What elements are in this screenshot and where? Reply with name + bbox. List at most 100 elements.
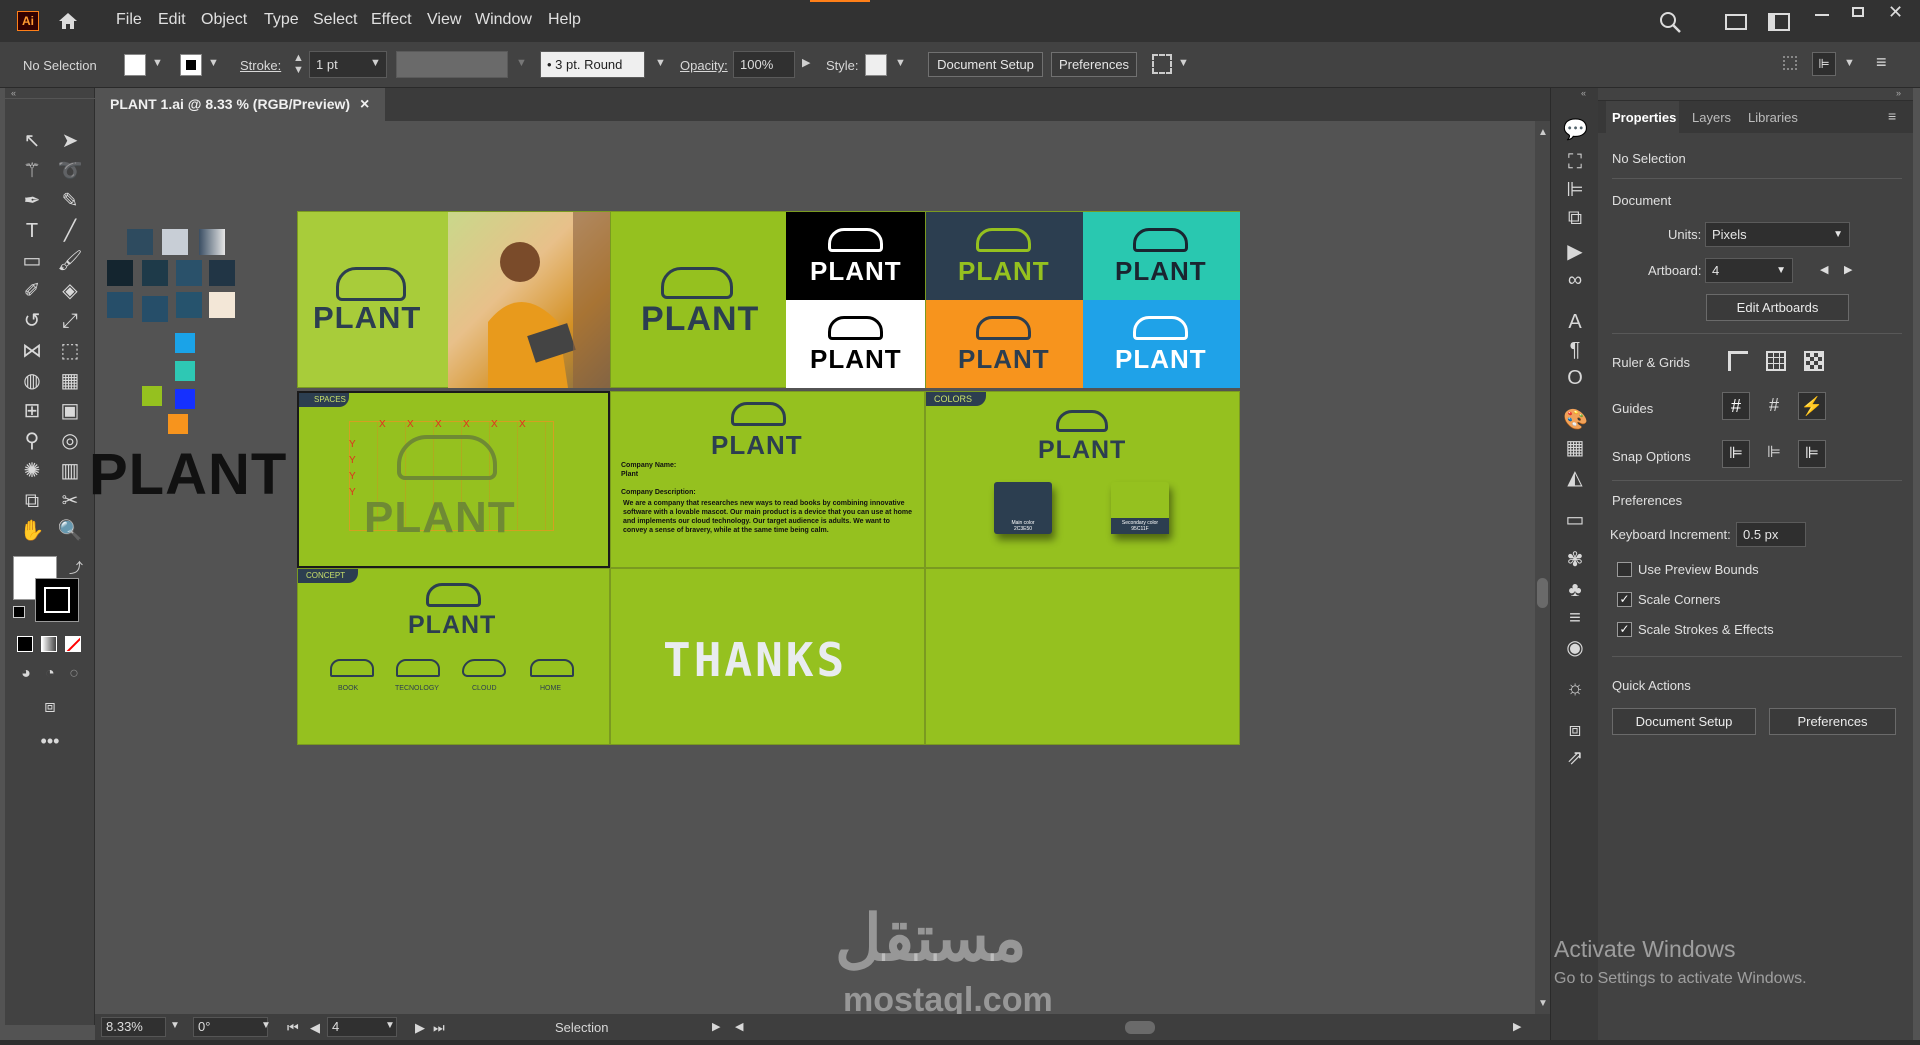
actions-icon[interactable]: ▶ (1563, 240, 1587, 264)
rotate-tool-icon[interactable]: ↺ (19, 308, 45, 334)
artboard-6[interactable]: COLORS PLANT Main color 2C3E50 Secondary … (925, 391, 1240, 568)
stroke-swatch[interactable] (180, 54, 202, 76)
rectangle-tool-icon[interactable]: ▭ (19, 248, 45, 274)
transform-panel-icon[interactable]: ⧉ (1563, 206, 1587, 230)
column-graph-tool-icon[interactable]: ▥ (57, 458, 83, 484)
zoom-dropdown-icon[interactable]: ▼ (170, 1020, 180, 1031)
stroke-color-icon[interactable] (35, 578, 79, 622)
scale-tool-icon[interactable]: ⤢ (57, 308, 83, 334)
none-mode-icon[interactable] (65, 636, 81, 652)
opentype-icon[interactable]: O (1563, 366, 1587, 390)
tab-libraries[interactable]: Libraries (1748, 110, 1798, 125)
slice-tool-icon[interactable]: ✂ (57, 488, 83, 514)
eraser-tool-icon[interactable]: ◈ (57, 278, 83, 304)
toolbar-collapse-icon[interactable]: « (11, 88, 16, 98)
snap-to-point-icon[interactable]: ⊫ (1722, 440, 1750, 468)
swatch-dark-3[interactable] (176, 260, 202, 286)
rotation-input[interactable]: 0° (193, 1017, 268, 1037)
ruler-icon[interactable] (1728, 351, 1748, 371)
scroll-up-icon[interactable]: ▲ (1538, 127, 1548, 138)
swatch-dark-1[interactable] (107, 260, 133, 286)
color-mode-icon[interactable] (17, 636, 33, 652)
previous-artboard-icon[interactable]: ◀ (310, 1020, 320, 1036)
smart-guides-icon[interactable]: ⚡ (1798, 392, 1826, 420)
swatch-green[interactable] (142, 386, 162, 406)
search-icon[interactable] (1658, 10, 1682, 34)
swatches-icon[interactable]: ▦ (1563, 436, 1587, 460)
menu-view[interactable]: View (427, 11, 461, 29)
document-setup-button[interactable]: Document Setup (928, 52, 1043, 77)
menu-select[interactable]: Select (313, 11, 357, 29)
last-artboard-icon[interactable]: ⏭ (433, 1020, 445, 1036)
tab-properties[interactable]: Properties (1612, 110, 1676, 125)
control-menu-icon[interactable]: ≡ (1876, 52, 1887, 73)
artboard-7[interactable]: CONCEPT PLANT BOOK TECNOLOGY CLOUD HOME (297, 568, 610, 745)
type-tool-icon[interactable]: T (19, 218, 45, 244)
minimize-icon[interactable] (1815, 14, 1829, 16)
pen-tool-icon[interactable]: ✒ (19, 188, 45, 214)
artboard-4[interactable]: SPACES X X X X X X Y Y Y Y PLANT (297, 391, 610, 568)
strip-collapse-icon[interactable]: « (1581, 88, 1586, 98)
artboard-1[interactable]: PLANT (297, 211, 610, 388)
edit-artboards-button[interactable]: Edit Artboards (1706, 294, 1849, 321)
brushes-icon[interactable]: ✾ (1563, 548, 1587, 572)
first-artboard-icon[interactable]: ⏮ (287, 1020, 299, 1036)
stroke-panel-icon[interactable]: ≡ (1563, 606, 1587, 630)
keyboard-increment-input[interactable]: 0.5 px (1736, 522, 1806, 547)
swatch-blue[interactable] (175, 389, 195, 409)
panel-collapse-icon[interactable]: » (1896, 88, 1901, 98)
hand-tool-icon[interactable]: ✋ (19, 518, 45, 544)
next-artboard-icon[interactable]: ▶ (415, 1020, 425, 1036)
units-select[interactable]: Pixels ▼ (1705, 222, 1850, 247)
swatch-gradient[interactable] (199, 229, 225, 255)
snap-to-glyph-icon[interactable]: ⊫ (1798, 440, 1826, 468)
zoom-input[interactable]: 8.33% (101, 1017, 166, 1037)
align-panel-icon[interactable]: ⊫ (1563, 178, 1587, 202)
mesh-tool-icon[interactable]: ⊞ (19, 398, 45, 424)
width-tool-icon[interactable]: ⋈ (19, 338, 45, 364)
draw-normal-icon[interactable]: ◕ (13, 661, 39, 687)
variable-width-profile[interactable] (396, 51, 508, 78)
previous-artboard-panel-icon[interactable]: ◀ (1820, 263, 1828, 276)
brush-dropdown-icon[interactable]: ▼ (655, 57, 666, 69)
gradient-panel-icon[interactable]: ◭ (1563, 466, 1587, 490)
perspective-grid-tool-icon[interactable]: ▦ (57, 368, 83, 394)
artboard-2[interactable]: PLANT PLANT PLANT (610, 211, 925, 388)
free-transform-tool-icon[interactable]: ⬚ (57, 338, 83, 364)
fill-swatch[interactable] (124, 54, 146, 76)
lasso-tool-icon[interactable]: ➰ (57, 158, 83, 184)
artboard-5[interactable]: PLANT Company Name: Plant Company Descri… (610, 391, 925, 568)
blend-tool-icon[interactable]: ◎ (57, 428, 83, 454)
export-icon[interactable]: ⇗ (1563, 746, 1587, 770)
guides-lock-icon[interactable]: # (1760, 392, 1788, 420)
swatch-navy-1[interactable] (127, 229, 153, 255)
use-preview-bounds-checkbox[interactable] (1617, 562, 1632, 577)
arrange-documents-icon[interactable] (1768, 13, 1790, 31)
swatch-silver[interactable] (162, 229, 188, 255)
align-icon[interactable]: ⊫ (1812, 52, 1836, 76)
artboard-9[interactable] (925, 568, 1240, 745)
menu-object[interactable]: Object (201, 11, 247, 29)
scroll-down-icon[interactable]: ▼ (1538, 998, 1548, 1009)
links-icon[interactable]: ∞ (1563, 268, 1587, 292)
magic-wand-tool-icon[interactable]: ⚚ (19, 158, 45, 184)
symbol-sprayer-tool-icon[interactable]: ✺ (19, 458, 45, 484)
snap-to-pixel-icon[interactable]: ⊫ (1760, 440, 1788, 468)
gradient-tool-icon[interactable]: ▣ (57, 398, 83, 424)
shape-builder-tool-icon[interactable]: ◍ (19, 368, 45, 394)
draw-inside-icon[interactable]: ○ (61, 661, 87, 687)
guides-show-icon[interactable]: # (1722, 392, 1750, 420)
scale-strokes-effects-checkbox[interactable]: ✓ (1617, 622, 1632, 637)
paintbrush-tool-icon[interactable]: 🖌 (57, 248, 83, 274)
transparency-grid-icon[interactable] (1804, 351, 1824, 371)
selection-tool-icon[interactable]: ↖ (19, 128, 45, 154)
menu-window[interactable]: Window (475, 11, 532, 29)
maximize-icon[interactable] (1852, 7, 1864, 17)
swatch-dark-5[interactable] (107, 292, 133, 318)
menu-effect[interactable]: Effect (371, 11, 412, 29)
character-icon[interactable]: A (1563, 310, 1587, 334)
swatch-orange[interactable] (168, 414, 188, 434)
screen-mode-icon[interactable]: ⧈ (37, 693, 63, 719)
fill-chevron-icon[interactable]: ▼ (152, 57, 163, 69)
next-artboard-panel-icon[interactable]: ▶ (1844, 263, 1852, 276)
